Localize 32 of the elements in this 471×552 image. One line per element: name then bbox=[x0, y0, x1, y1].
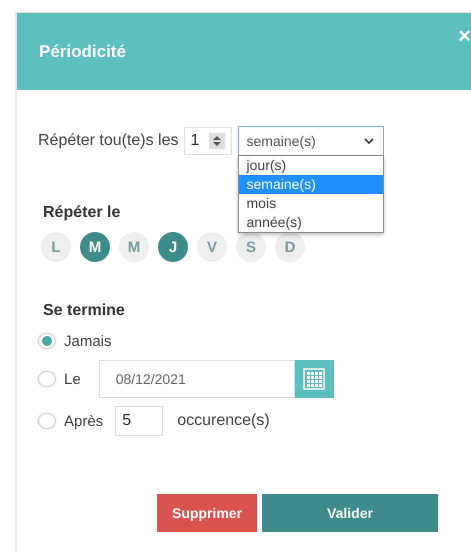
calendar-button[interactable] bbox=[294, 360, 334, 398]
repeat-label: Répéter tou(te)s les bbox=[38, 132, 179, 150]
unit-option[interactable]: mois bbox=[238, 194, 383, 213]
unit-option[interactable]: jour(s) bbox=[238, 156, 383, 175]
day-toggle[interactable]: D bbox=[275, 232, 305, 262]
radio-label: Le bbox=[64, 370, 81, 388]
radio-button[interactable] bbox=[38, 371, 56, 387]
day-toggle[interactable]: J bbox=[158, 232, 188, 262]
delete-button[interactable]: Supprimer bbox=[157, 494, 257, 532]
radio-button[interactable] bbox=[38, 333, 56, 349]
chevron-down-icon bbox=[362, 137, 375, 145]
date-field[interactable]: 08/12/2021 bbox=[98, 360, 295, 398]
occurrence-field[interactable]: 5 bbox=[115, 406, 164, 436]
day-toggle[interactable]: M bbox=[80, 232, 110, 262]
day-toggle[interactable]: M bbox=[119, 232, 149, 262]
unit-option[interactable]: semaine(s) bbox=[238, 175, 383, 194]
calendar-icon bbox=[303, 368, 326, 390]
day-toggle[interactable]: S bbox=[236, 232, 266, 262]
radio-label: Jamais bbox=[64, 332, 112, 350]
day-toggle[interactable]: L bbox=[41, 232, 71, 262]
day-toggle[interactable]: V bbox=[197, 232, 227, 262]
dialog-title: Périodicité bbox=[39, 42, 126, 62]
close-button[interactable]: × bbox=[458, 25, 471, 47]
radio-label: Après bbox=[64, 412, 104, 430]
section-title: Répéter le bbox=[43, 204, 122, 222]
section-title: Se termine bbox=[43, 302, 126, 320]
radio-button[interactable] bbox=[38, 413, 56, 429]
count-spinner[interactable]: 1 bbox=[184, 127, 232, 155]
spinner-arrows-icon[interactable] bbox=[208, 133, 225, 149]
confirm-button[interactable]: Valider bbox=[262, 494, 438, 532]
occurrence-label: occurence(s) bbox=[177, 412, 270, 430]
unit-option[interactable]: année(s) bbox=[238, 213, 383, 232]
